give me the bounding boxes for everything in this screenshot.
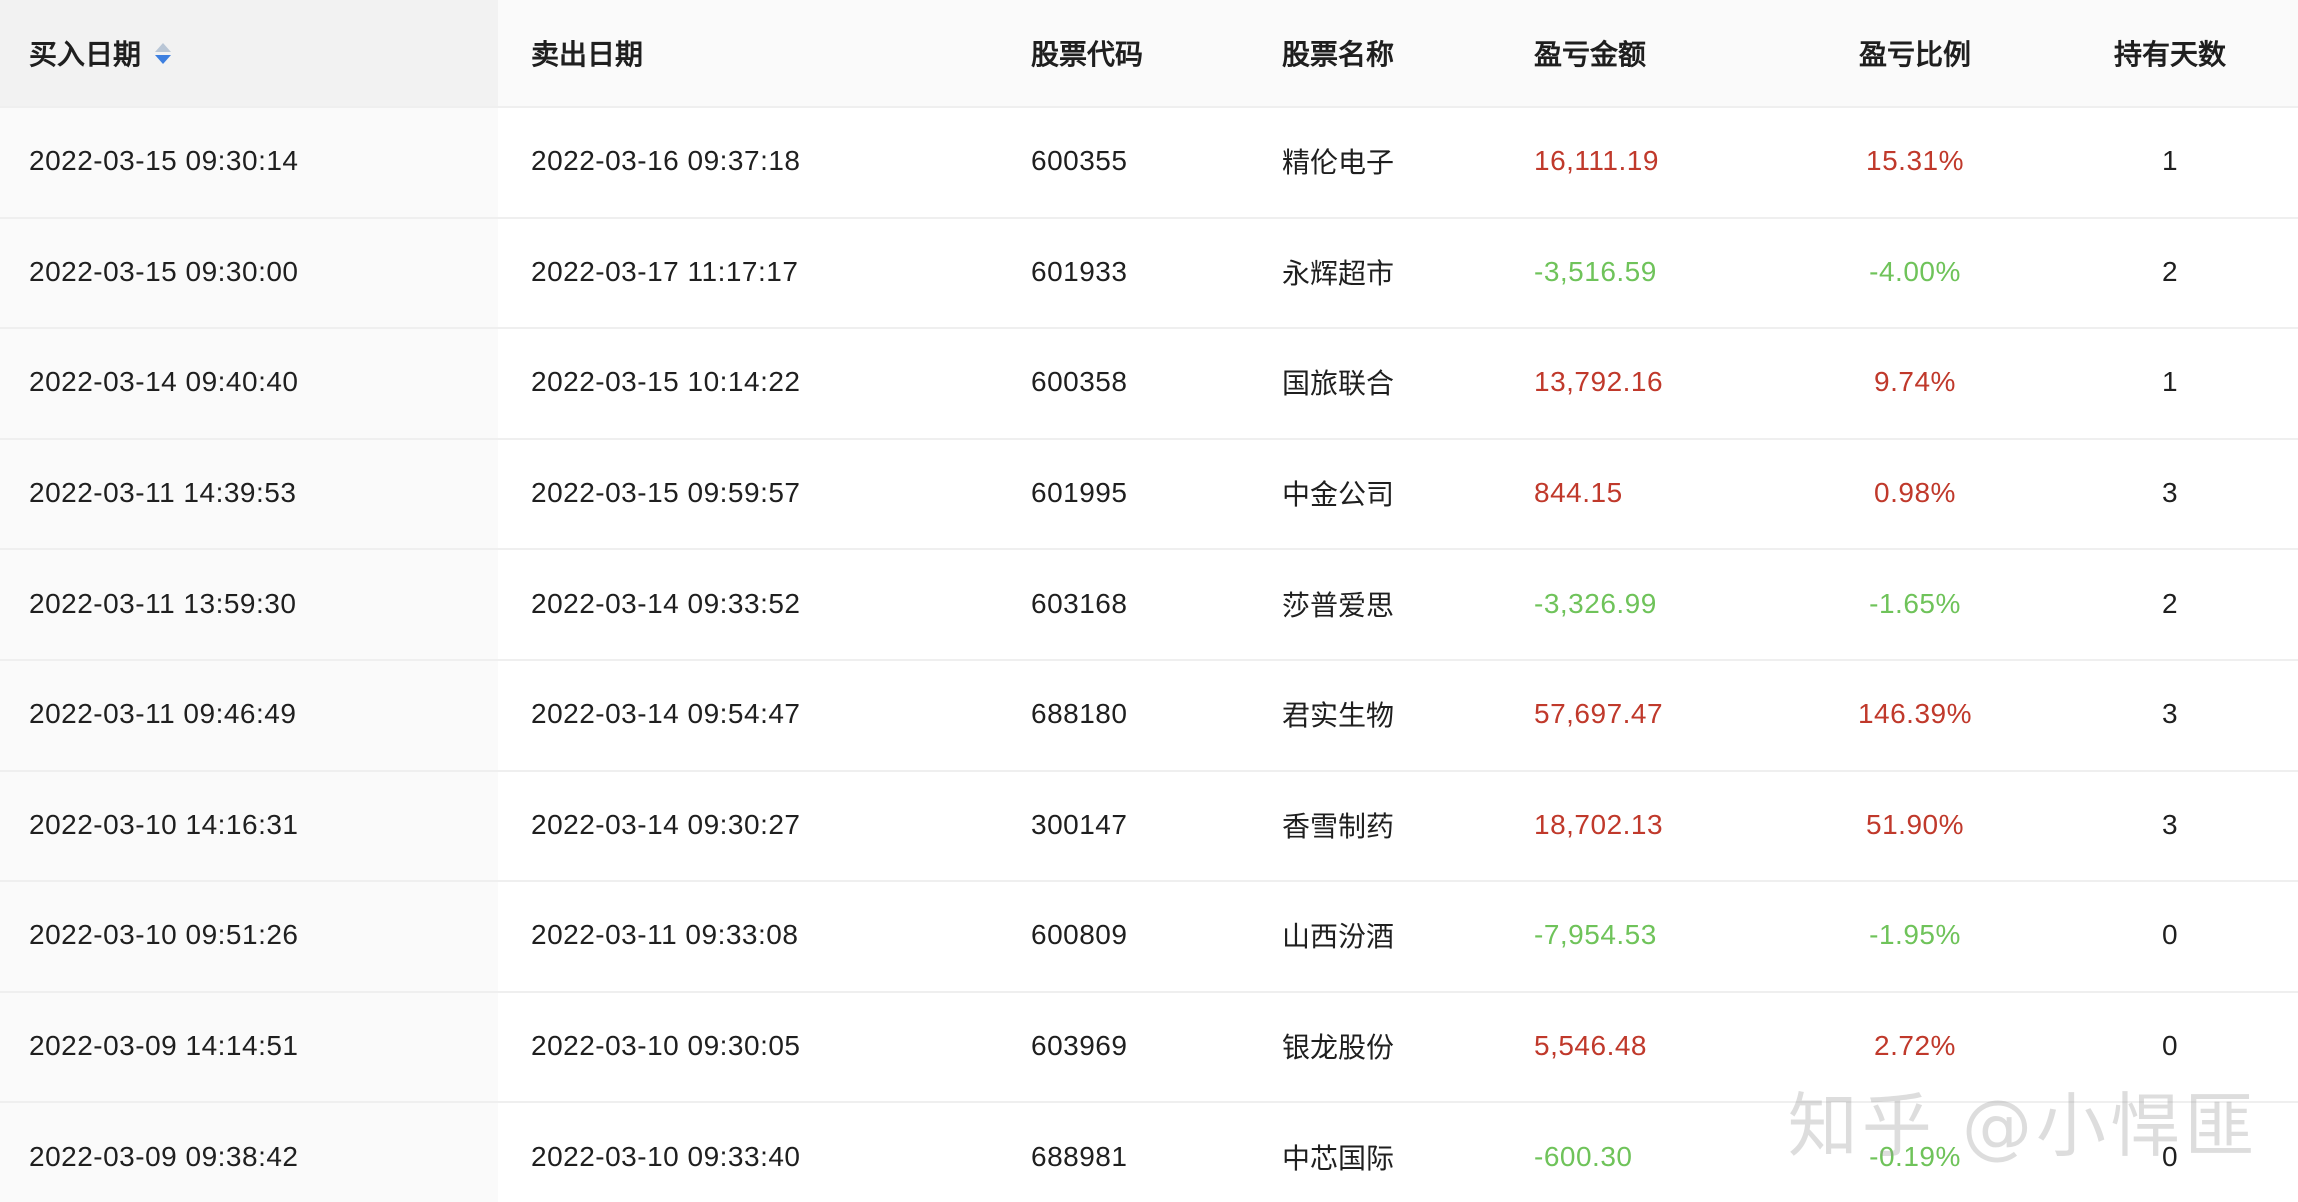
sort-desc-icon	[155, 54, 172, 64]
cell-stock-name: 中金公司	[1282, 479, 1395, 511]
cell-sell-date: 2022-03-14 09:54:47	[531, 698, 801, 730]
cell-pnl-amount: -7,954.53	[1534, 919, 1657, 951]
cell-pnl-amount: 13,792.16	[1534, 366, 1664, 398]
table-row[interactable]: 2022-03-10 09:51:26 2022-03-11 09:33:08 60…	[0, 880, 2298, 993]
header-sell-date[interactable]: 卖出日期	[531, 0, 643, 106]
table-row[interactable]: 2022-03-14 09:40:40 2022-03-15 10:14:22 60…	[0, 327, 2298, 440]
cell-buy-date: 2022-03-15 09:30:14	[29, 145, 299, 177]
cell-sell-date: 2022-03-10 09:33:40	[531, 1140, 801, 1172]
cell-hold-days: 1	[2161, 366, 2179, 398]
table-header: 买入日期 卖出日期 股票代码 股票名称 盈亏金额 盈亏比例 持有天数	[0, 0, 2298, 108]
cell-sell-date: 2022-03-17 11:17:17	[531, 255, 799, 287]
cell-sell-date: 2022-03-10 09:30:05	[531, 1030, 801, 1062]
table-row[interactable]: 2022-03-10 14:16:31 2022-03-14 09:30:27 30…	[0, 770, 2298, 883]
cell-pnl-amount: 18,702.13	[1534, 808, 1664, 840]
cell-pnl-amount: 16,111.19	[1534, 145, 1659, 177]
cell-sell-date: 2022-03-11 09:33:08	[531, 919, 799, 951]
cell-stock-name: 国旅联合	[1282, 368, 1395, 400]
cell-hold-days: 0	[2161, 1140, 2179, 1172]
cell-pnl-ratio: -4.00%	[1869, 255, 1961, 287]
header-buy-date-label: 买入日期	[29, 39, 142, 70]
header-stock-code[interactable]: 股票代码	[1031, 0, 1143, 106]
cell-hold-days: 3	[2161, 698, 2179, 730]
cell-hold-days: 1	[2161, 145, 2179, 177]
cell-buy-date: 2022-03-10 09:51:26	[29, 919, 299, 951]
cell-stock-name: 山西汾酒	[1282, 921, 1395, 953]
cell-hold-days: 3	[2161, 808, 2179, 840]
cell-stock-name: 君实生物	[1282, 700, 1395, 732]
cell-stock-name: 银龙股份	[1282, 1032, 1395, 1064]
cell-stock-code: 300147	[1031, 808, 1128, 840]
cell-sell-date: 2022-03-15 09:59:57	[531, 477, 801, 509]
table-row[interactable]: 2022-03-11 13:59:30 2022-03-14 09:33:52 60…	[0, 548, 2298, 661]
cell-sell-date: 2022-03-14 09:33:52	[531, 587, 801, 619]
header-hold-days[interactable]: 持有天数	[2070, 0, 2270, 106]
table-row[interactable]: 2022-03-11 14:39:53 2022-03-15 09:59:57 60…	[0, 438, 2298, 551]
cell-stock-code: 600355	[1031, 145, 1128, 177]
header-pnl-amount[interactable]: 盈亏金额	[1534, 0, 1646, 106]
sort-icon[interactable]	[155, 42, 172, 64]
cell-pnl-ratio: 9.74%	[1874, 366, 1956, 398]
cell-buy-date: 2022-03-14 09:40:40	[29, 366, 299, 398]
cell-pnl-ratio: -1.65%	[1869, 587, 1961, 619]
cell-pnl-ratio: 15.31%	[1866, 145, 1964, 177]
cell-buy-date: 2022-03-15 09:30:00	[29, 255, 299, 287]
cell-hold-days: 2	[2161, 587, 2179, 619]
cell-hold-days: 3	[2161, 477, 2179, 509]
cell-stock-name: 莎普爱思	[1282, 589, 1395, 621]
cell-buy-date: 2022-03-11 09:46:49	[29, 698, 297, 730]
cell-stock-name: 中芯国际	[1282, 1142, 1395, 1174]
cell-pnl-amount: 5,546.48	[1534, 1030, 1647, 1062]
cell-buy-date: 2022-03-11 13:59:30	[29, 587, 297, 619]
cell-hold-days: 0	[2161, 919, 2179, 951]
cell-hold-days: 0	[2161, 1030, 2179, 1062]
cell-pnl-amount: -3,516.59	[1534, 255, 1657, 287]
header-stock-name[interactable]: 股票名称	[1282, 0, 1394, 106]
cell-stock-name: 精伦电子	[1282, 147, 1395, 179]
cell-stock-code: 688981	[1031, 1140, 1128, 1172]
trade-table: 买入日期 卖出日期 股票代码 股票名称 盈亏金额 盈亏比例 持有天数 2022-…	[0, 0, 2298, 1202]
cell-hold-days: 2	[2161, 255, 2179, 287]
cell-stock-code: 601995	[1031, 477, 1128, 509]
cell-stock-code: 600809	[1031, 919, 1128, 951]
table-row[interactable]: 2022-03-15 09:30:00 2022-03-17 11:17:17 60…	[0, 217, 2298, 330]
table-row[interactable]: 2022-03-09 14:14:51 2022-03-10 09:30:05 60…	[0, 991, 2298, 1104]
table-row[interactable]: 2022-03-09 09:38:42 2022-03-10 09:33:40 68…	[0, 1101, 2298, 1202]
cell-pnl-amount: 844.15	[1534, 477, 1623, 509]
cell-pnl-ratio: 0.98%	[1874, 477, 1956, 509]
cell-stock-code: 603168	[1031, 587, 1128, 619]
cell-sell-date: 2022-03-14 09:30:27	[531, 808, 801, 840]
cell-pnl-ratio: 146.39%	[1857, 698, 1973, 730]
cell-pnl-ratio: -1.95%	[1869, 919, 1961, 951]
table-row[interactable]: 2022-03-15 09:30:14 2022-03-16 09:37:18 60…	[0, 106, 2298, 219]
cell-buy-date: 2022-03-09 09:38:42	[29, 1140, 299, 1172]
cell-stock-code: 601933	[1031, 255, 1128, 287]
cell-pnl-ratio: -0.19%	[1869, 1140, 1961, 1172]
header-buy-date[interactable]: 买入日期	[29, 0, 172, 106]
table-row[interactable]: 2022-03-11 09:46:49 2022-03-14 09:54:47 68…	[0, 659, 2298, 772]
cell-buy-date: 2022-03-10 14:16:31	[29, 808, 299, 840]
cell-pnl-amount: -600.30	[1534, 1140, 1633, 1172]
cell-stock-code: 603969	[1031, 1030, 1128, 1062]
cell-buy-date: 2022-03-11 14:39:53	[29, 477, 297, 509]
cell-sell-date: 2022-03-15 10:14:22	[531, 366, 801, 398]
cell-pnl-amount: -3,326.99	[1534, 587, 1657, 619]
cell-pnl-amount: 57,697.47	[1534, 698, 1664, 730]
cell-buy-date: 2022-03-09 14:14:51	[29, 1030, 299, 1062]
cell-stock-name: 永辉超市	[1282, 257, 1395, 289]
sort-asc-icon	[155, 42, 172, 52]
cell-sell-date: 2022-03-16 09:37:18	[531, 145, 801, 177]
header-pnl-ratio[interactable]: 盈亏比例	[1760, 0, 2070, 106]
cell-pnl-ratio: 2.72%	[1874, 1030, 1956, 1062]
cell-stock-name: 香雪制药	[1282, 810, 1395, 842]
cell-pnl-ratio: 51.90%	[1866, 808, 1964, 840]
cell-stock-code: 688180	[1031, 698, 1128, 730]
cell-stock-code: 600358	[1031, 366, 1128, 398]
